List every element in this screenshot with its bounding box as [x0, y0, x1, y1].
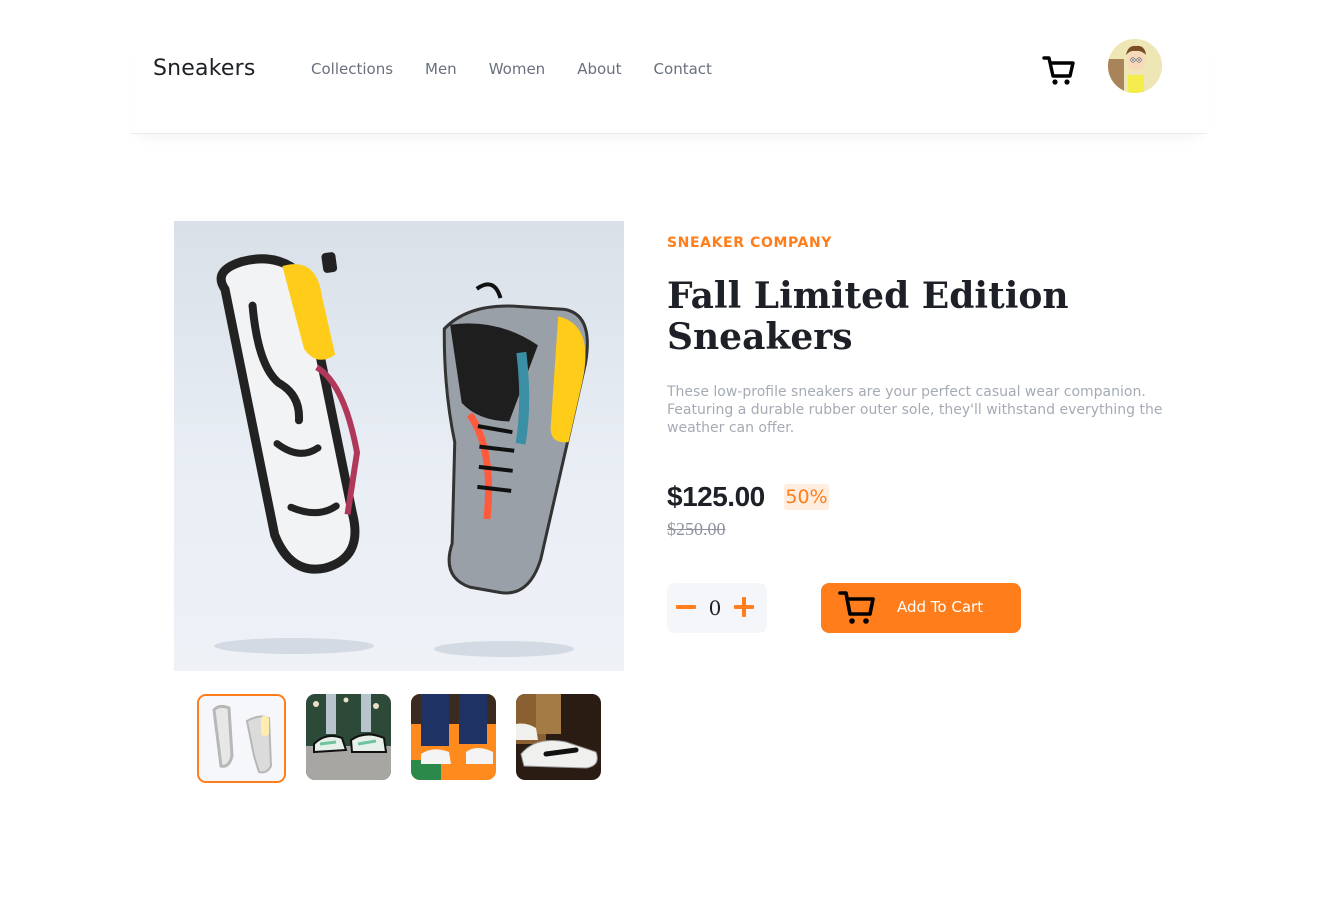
nav-contact[interactable]: Contact	[654, 60, 712, 78]
quantity-stepper: 0	[667, 583, 767, 633]
thumbnail-sneakers-image	[516, 694, 601, 780]
decrease-quantity-button[interactable]	[676, 597, 696, 617]
thumbnail-sneakers-image	[306, 694, 391, 780]
thumbnail-2[interactable]	[306, 694, 391, 780]
company-name: SNEAKER COMPANY	[667, 235, 833, 251]
thumbnail-3[interactable]	[411, 694, 496, 780]
original-price: $250.00	[667, 519, 726, 539]
nav-collections[interactable]: Collections	[311, 60, 393, 78]
sneakers-image	[214, 252, 589, 657]
avatar-icon	[1108, 39, 1162, 93]
nav-men[interactable]: Men	[425, 60, 457, 78]
product-description: These low-profile sneakers are your perf…	[667, 384, 1163, 436]
add-to-cart-label: Add To Cart	[897, 598, 984, 616]
logo[interactable]: Sneakers	[153, 56, 256, 81]
main-nav: Collections Men Women About Contact	[311, 60, 744, 78]
thumbnail-1[interactable]	[197, 694, 286, 783]
increase-quantity-button[interactable]	[734, 597, 754, 617]
minus-icon	[676, 605, 696, 609]
thumbnail-4[interactable]	[516, 694, 601, 780]
site-header: Sneakers Collections Men Women About Con…	[131, 30, 1207, 134]
thumbnail-sneakers-image	[199, 696, 284, 781]
cart-icon	[1042, 56, 1075, 85]
add-to-cart-button[interactable]: Add To Cart	[821, 583, 1021, 633]
user-avatar[interactable]	[1108, 39, 1162, 93]
quantity-value: 0	[708, 596, 722, 620]
plus-icon	[734, 597, 754, 617]
current-price: $125.00	[667, 481, 765, 512]
product-title: Fall Limited Edition Sneakers	[667, 275, 1069, 358]
cart-button[interactable]	[1039, 50, 1079, 90]
nav-women[interactable]: Women	[489, 60, 545, 78]
main-product-image[interactable]	[174, 221, 624, 671]
cart-icon	[838, 591, 875, 624]
discount-badge: 50%	[784, 484, 829, 510]
nav-about[interactable]: About	[577, 60, 621, 78]
thumbnail-sneakers-image	[411, 694, 496, 780]
